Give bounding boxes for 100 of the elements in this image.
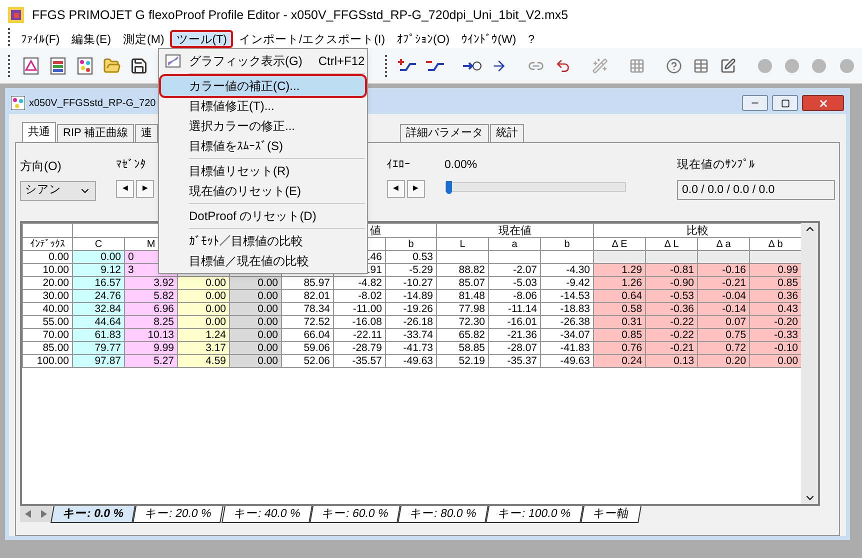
table-cell: 44.64 bbox=[72, 316, 124, 328]
table-cell: -16.08 bbox=[334, 316, 386, 328]
sheet-tab[interactable]: キー: 60.0 % bbox=[309, 506, 401, 523]
table-cell: 1.24 bbox=[178, 328, 230, 342]
sample-field[interactable]: 0.0 / 0.0 / 0.0 / 0.0 bbox=[677, 180, 835, 200]
table-cell: -14.53 bbox=[540, 290, 594, 302]
table-cell: 0.99 bbox=[750, 264, 801, 276]
table-cell: 0.00 bbox=[230, 354, 282, 368]
table-cell: -10.27 bbox=[386, 276, 437, 290]
menu-item[interactable]: 目標値リセット(R) bbox=[161, 161, 365, 181]
sheet-tab[interactable]: キー軸 bbox=[580, 506, 642, 523]
table-cell: 97.87 bbox=[72, 354, 124, 368]
table-cell: 52.19 bbox=[436, 354, 489, 368]
menu-item[interactable]: ﾌｧｲﾙ(F) bbox=[15, 30, 66, 48]
table-cell: -35.37 bbox=[488, 354, 541, 368]
table-cell: -49.63 bbox=[386, 354, 437, 368]
table-cell: 77.98 bbox=[436, 302, 489, 316]
table-cell: 52.06 bbox=[282, 354, 334, 368]
sample-label: 現在値のｻﾝﾌﾟﾙ bbox=[677, 158, 756, 173]
table-cell: 3.92 bbox=[124, 276, 178, 290]
table-cell: 85.07 bbox=[436, 276, 489, 290]
table-cell: 0.43 bbox=[750, 302, 801, 316]
table-cell: 20.00 bbox=[22, 276, 72, 290]
tab[interactable]: 統計 bbox=[490, 124, 524, 142]
table-cell: -0.81 bbox=[646, 264, 698, 276]
table-cell: 79.77 bbox=[72, 342, 124, 354]
table-cell: -18.83 bbox=[540, 302, 594, 316]
table-cell: -28.79 bbox=[334, 342, 386, 354]
table-cell: 0.00 bbox=[230, 316, 282, 328]
table-cell: -0.16 bbox=[698, 264, 750, 276]
menu-item[interactable]: 現在値のリセット(E) bbox=[161, 181, 365, 201]
table-cell: 6.96 bbox=[124, 302, 178, 316]
table-cell: -26.18 bbox=[386, 316, 437, 328]
menu-item[interactable]: ? bbox=[522, 30, 541, 48]
table-cell: 72.30 bbox=[436, 316, 489, 328]
table-cell: 0.00 bbox=[230, 328, 282, 342]
table-cell: -0.33 bbox=[750, 328, 801, 342]
tab[interactable]: RIP 補正曲線 bbox=[57, 124, 134, 142]
table-cell: 0.00 bbox=[178, 302, 230, 316]
table-cell: -0.90 bbox=[646, 276, 698, 290]
table-cell: 10.13 bbox=[124, 328, 178, 342]
menu-item[interactable]: 目標値修正(T)... bbox=[161, 96, 365, 116]
menu-item[interactable]: ｵﾌﾟｼｮﾝ(O) bbox=[391, 30, 456, 48]
table-cell: 0.72 bbox=[698, 342, 750, 354]
table-cell: -41.83 bbox=[540, 342, 594, 354]
table-cell: -0.20 bbox=[750, 316, 801, 328]
table-cell: 70.00 bbox=[22, 328, 72, 342]
table-cell: 0.13 bbox=[646, 354, 698, 368]
table-cell: -0.10 bbox=[750, 342, 801, 354]
table-cell: 32.84 bbox=[72, 302, 124, 316]
menu-item[interactable]: 測定(M) bbox=[117, 30, 170, 48]
table-cell: 61.83 bbox=[72, 328, 124, 342]
table-cell: -35.57 bbox=[334, 354, 386, 368]
menu-item[interactable]: 目標値をｽﾑｰｽﾞ(S) bbox=[161, 136, 365, 156]
table-cell: 72.52 bbox=[282, 316, 334, 328]
direction-dropdown[interactable]: シアン bbox=[20, 181, 96, 201]
table-cell: 3.17 bbox=[178, 342, 230, 354]
table-cell: -0.21 bbox=[698, 276, 750, 290]
table-cell: -28.07 bbox=[488, 342, 541, 354]
tab[interactable]: 共通 bbox=[22, 122, 56, 142]
sheet-tab[interactable]: キー: 20.0 % bbox=[132, 506, 224, 523]
sheet-tab[interactable]: キー: 100.0 % bbox=[486, 506, 584, 523]
table-cell: -16.01 bbox=[488, 316, 541, 328]
table-cell: 0.85 bbox=[594, 328, 646, 342]
table-cell: 0.36 bbox=[750, 290, 801, 302]
table-cell: 78.34 bbox=[282, 302, 334, 316]
menu-item[interactable]: ツール(T) bbox=[170, 30, 233, 48]
table-cell: -4.30 bbox=[540, 264, 594, 276]
table-cell: -26.38 bbox=[540, 316, 594, 328]
sheet-tab[interactable]: キー: 40.0 % bbox=[221, 506, 312, 523]
tab[interactable]: 連 bbox=[135, 124, 158, 142]
table-cell: 0.00 bbox=[230, 302, 282, 316]
table-cell: 66.04 bbox=[282, 328, 334, 342]
table-cell: -9.42 bbox=[540, 276, 594, 290]
table-cell: 55.00 bbox=[22, 316, 72, 328]
tab[interactable]: 詳細パラメータ bbox=[400, 124, 490, 142]
sheet-tab[interactable]: キー: 80.0 % bbox=[398, 506, 489, 523]
table-cell: 88.82 bbox=[436, 264, 489, 276]
table-cell: 0.53 bbox=[386, 250, 437, 264]
table-cell: 24.76 bbox=[72, 290, 124, 302]
table-cell: 8.25 bbox=[124, 316, 178, 328]
menu-item[interactable]: 編集(E) bbox=[66, 30, 118, 48]
table-cell: 0.00 bbox=[750, 354, 801, 368]
menu-item[interactable]: カラー値の補正(C)... bbox=[161, 76, 365, 96]
table-cell: 10.00 bbox=[22, 264, 72, 276]
table-cell: -19.26 bbox=[386, 302, 437, 316]
table-cell: -21.36 bbox=[488, 328, 541, 342]
menu-item[interactable]: DotProof のリセット(D) bbox=[161, 206, 365, 226]
table-cell: 40.00 bbox=[22, 302, 72, 316]
sheet-tab[interactable]: キー: 0.0 % bbox=[50, 506, 136, 523]
table-cell: 5.82 bbox=[124, 290, 178, 302]
table-cell: -0.21 bbox=[646, 342, 698, 354]
menu-item[interactable]: グラフィック表示(G) Ctrl+F12 bbox=[161, 51, 365, 71]
table-cell: 1.29 bbox=[594, 264, 646, 276]
table-cell: -8.06 bbox=[488, 290, 541, 302]
group-header: 比較 bbox=[594, 224, 801, 238]
menu-item[interactable]: インポート/エクスポート(I) bbox=[232, 30, 392, 48]
menu-item[interactable]: ｳｲﾝﾄﾞｳ(W) bbox=[456, 30, 522, 48]
channel-label: ｲｴﾛｰ bbox=[386, 158, 412, 173]
menu-item[interactable]: 選択カラーの修正... bbox=[161, 116, 365, 136]
